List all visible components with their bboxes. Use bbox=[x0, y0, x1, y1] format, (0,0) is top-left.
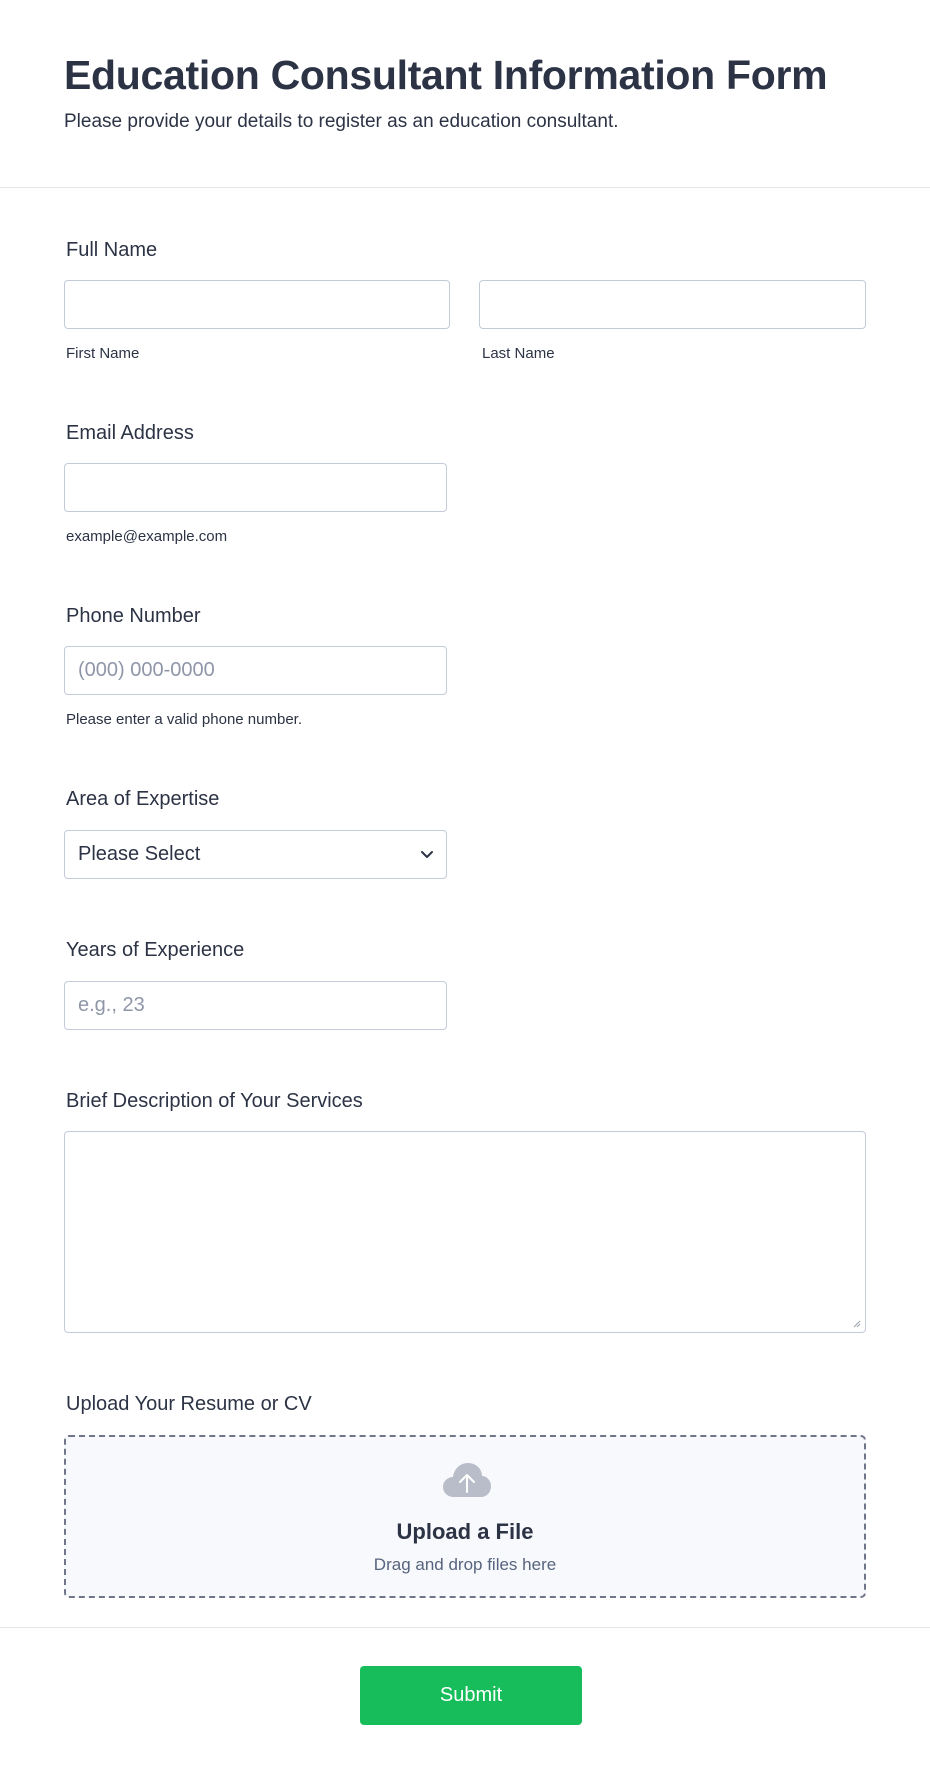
email-label: Email Address bbox=[66, 422, 194, 444]
resume-label: Upload Your Resume or CV bbox=[66, 1393, 312, 1415]
cloud-upload-icon bbox=[443, 1463, 491, 1497]
expertise-label: Area of Expertise bbox=[66, 788, 220, 810]
experience-label: Years of Experience bbox=[66, 939, 245, 961]
last-name-sublabel: Last Name bbox=[482, 345, 555, 362]
page-title: Education Consultant Information Form bbox=[64, 52, 828, 98]
chevron-down-icon bbox=[421, 851, 433, 858]
resize-grip-icon[interactable] bbox=[851, 1318, 861, 1328]
page-subtitle: Please provide your details to register … bbox=[64, 111, 619, 132]
email-sublabel: example@example.com bbox=[66, 528, 228, 545]
description-textarea[interactable] bbox=[64, 1131, 866, 1333]
upload-title: Upload a File bbox=[396, 1519, 534, 1544]
description-label: Brief Description of Your Services bbox=[66, 1090, 363, 1112]
phone-label: Phone Number bbox=[66, 605, 201, 627]
phone-sublabel: Please enter a valid phone number. bbox=[66, 711, 302, 728]
first-name-sublabel: First Name bbox=[66, 345, 140, 362]
email-field[interactable] bbox=[64, 463, 447, 512]
experience-input[interactable] bbox=[64, 981, 447, 1030]
full-name-label: Full Name bbox=[66, 239, 158, 261]
submit-button[interactable]: Submit bbox=[360, 1666, 582, 1725]
file-upload-dropzone[interactable]: Upload a File Drag and drop files here bbox=[64, 1435, 866, 1598]
expertise-selected-value: Please Select bbox=[78, 843, 201, 865]
form-card: Education Consultant Information Form Pl… bbox=[0, 0, 930, 1775]
form-header: Education Consultant Information Form Pl… bbox=[0, 0, 930, 188]
footer-divider bbox=[0, 1627, 930, 1628]
expertise-select[interactable]: Please Select bbox=[64, 830, 447, 879]
upload-hint: Drag and drop files here bbox=[373, 1555, 557, 1574]
phone-input[interactable] bbox=[64, 646, 447, 695]
first-name-input[interactable] bbox=[64, 280, 450, 329]
last-name-input[interactable] bbox=[479, 280, 866, 329]
